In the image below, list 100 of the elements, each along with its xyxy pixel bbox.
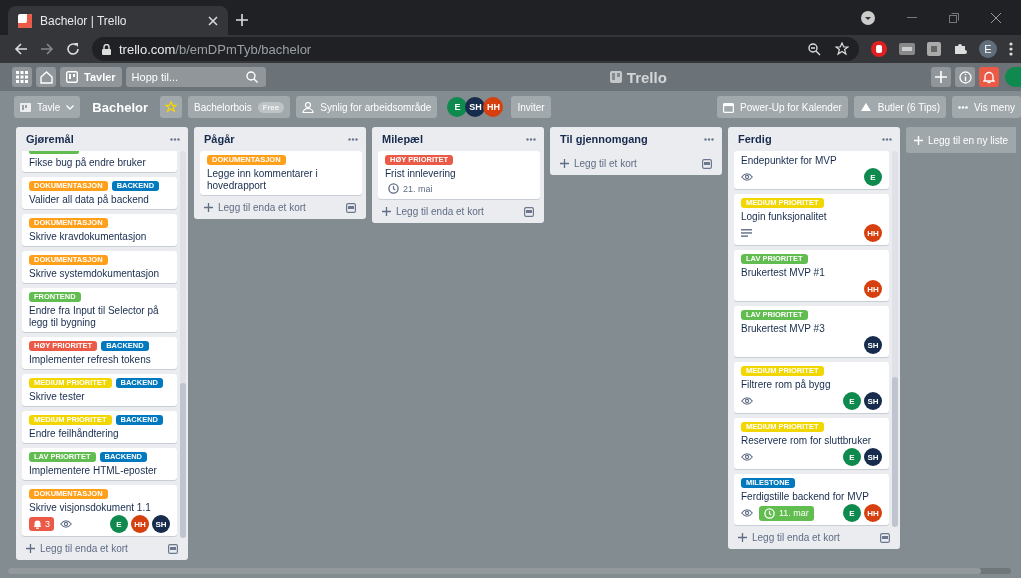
forward-icon[interactable]: [40, 42, 54, 56]
url-text: trello.com/b/emDPmTyb/bachelor: [119, 41, 312, 57]
star-button[interactable]: [160, 96, 182, 118]
browser-tab[interactable]: Bachelor | Trello: [8, 6, 228, 35]
member-avatar[interactable]: HH: [131, 515, 149, 533]
card-title: Brukertest MVP #1: [741, 267, 826, 279]
due-date: 11. mar: [779, 508, 809, 518]
apps-icon[interactable]: [12, 67, 32, 87]
clock-icon: [388, 183, 399, 194]
puzzle-icon[interactable]: [953, 42, 967, 56]
chevron-down-icon: [66, 104, 75, 110]
reload-icon[interactable]: [66, 42, 80, 56]
more-icon[interactable]: [704, 137, 714, 141]
card-title: Ferdigstille backend for MVP: [741, 491, 870, 503]
plus-icon: [914, 135, 923, 145]
dropdown-icon[interactable]: [861, 10, 875, 25]
card-title: Implementere HTML-eposter: [29, 465, 158, 477]
due-date: 21. mai: [403, 183, 433, 194]
member-avatar[interactable]: HH: [864, 504, 882, 522]
profile-avatar[interactable]: E: [979, 40, 997, 58]
template-icon[interactable]: [880, 532, 890, 543]
add-card-link[interactable]: Legg til enda et kort: [204, 202, 306, 213]
board-view-icon: [20, 102, 31, 112]
member-avatar[interactable]: E: [447, 97, 468, 117]
star-icon[interactable]: [835, 42, 849, 56]
people-icon: [302, 101, 315, 113]
list-title[interactable]: Milepæl: [382, 133, 423, 145]
search-icon: [245, 71, 258, 83]
card-title: Fikse bug på endre bruker: [29, 157, 147, 169]
more-icon[interactable]: [882, 137, 892, 141]
board-icon: [66, 71, 78, 83]
card-title: Endepunkter for MVP: [741, 155, 838, 167]
member-avatar[interactable]: SH: [152, 515, 170, 533]
plus-icon[interactable]: [236, 13, 248, 26]
hand-icon[interactable]: [871, 41, 887, 57]
template-icon[interactable]: [702, 158, 712, 169]
calendar-icon: [723, 101, 735, 113]
scrollbar[interactable]: [180, 151, 186, 538]
template-icon[interactable]: [168, 543, 178, 554]
card-title: Implementer refresh tokens: [29, 354, 152, 366]
notification-icon[interactable]: [979, 67, 999, 87]
card[interactable]: Fikse bug på endre bruker: [22, 151, 177, 172]
template-icon[interactable]: [346, 202, 356, 213]
member-avatar[interactable]: E: [843, 448, 861, 466]
favicon-icon: [18, 13, 32, 28]
add-card-link[interactable]: Legg til enda et kort: [382, 206, 484, 217]
scrollbar[interactable]: [892, 151, 898, 527]
more-icon[interactable]: [170, 137, 180, 141]
address-bar[interactable]: trello.com/b/emDPmTyb/bachelor: [92, 37, 859, 61]
member-avatar[interactable]: HH: [864, 280, 882, 298]
list-title[interactable]: Gjøremål: [26, 133, 74, 145]
plus-icon: [738, 533, 747, 542]
list-title[interactable]: Til gjennomgang: [560, 133, 648, 145]
member-avatar[interactable]: SH: [864, 448, 882, 466]
card-title: Filtrere rom på bygg: [741, 379, 832, 391]
back-icon[interactable]: [14, 42, 28, 56]
minimize-icon[interactable]: [907, 16, 917, 19]
card-title: Frist innlevering: [385, 168, 457, 180]
close-icon[interactable]: [991, 12, 1001, 23]
member-avatar[interactable]: SH: [864, 392, 882, 410]
more-icon[interactable]: [526, 137, 536, 141]
card-title: Skrive tester: [29, 391, 86, 403]
card-title: Login funksjonalitet: [741, 211, 828, 223]
extension-icon[interactable]: [927, 42, 941, 56]
card-title: Reservere rom for sluttbruker: [741, 435, 873, 447]
lock-icon: [102, 43, 111, 55]
star-icon: [165, 101, 177, 113]
member-avatar[interactable]: SH: [864, 336, 882, 354]
horizontal-scrollbar[interactable]: [8, 568, 1011, 574]
home-icon[interactable]: [36, 67, 56, 87]
plus-icon: [382, 207, 391, 216]
tab-title: Bachelor | Trello: [40, 13, 128, 28]
member-avatar[interactable]: E: [864, 168, 882, 186]
member-avatar[interactable]: E: [110, 515, 128, 533]
info-icon[interactable]: [955, 67, 975, 87]
more-icon: [958, 105, 969, 109]
list-title[interactable]: Ferdig: [738, 133, 772, 145]
member-avatar[interactable]: SH: [465, 97, 486, 117]
notification-badge: 3: [29, 517, 54, 531]
menu-icon[interactable]: [1009, 42, 1013, 56]
member-avatar[interactable]: HH: [483, 97, 504, 117]
restore-icon[interactable]: [949, 12, 959, 23]
add-card-link[interactable]: Legg til enda et kort: [26, 543, 128, 554]
board-icon: [609, 71, 622, 83]
card-title: Skrive kravdokumentasjon: [29, 231, 148, 243]
card-title: Skrive visjonsdokument 1.1: [29, 502, 152, 514]
member-avatar[interactable]: HH: [864, 224, 882, 242]
card-title: Skrive systemdokumentasjon: [29, 268, 161, 280]
member-avatar[interactable]: E: [843, 504, 861, 522]
add-card-link[interactable]: Legg til enda et kort: [738, 532, 840, 543]
template-icon[interactable]: [524, 206, 534, 217]
zoom-out-icon[interactable]: [808, 42, 821, 56]
more-icon[interactable]: [348, 137, 358, 141]
add-card-link[interactable]: Legg til et kort: [560, 158, 637, 169]
card-title: Legge inn kommentarer i hovedrapport: [207, 168, 319, 192]
bell-icon: [33, 519, 42, 529]
member-avatar[interactable]: E: [843, 392, 861, 410]
card-title: Valider all data på backend: [29, 194, 150, 206]
card[interactable]: Endepunkter for MVP E: [734, 151, 889, 189]
list-title[interactable]: Pågår: [204, 133, 235, 145]
